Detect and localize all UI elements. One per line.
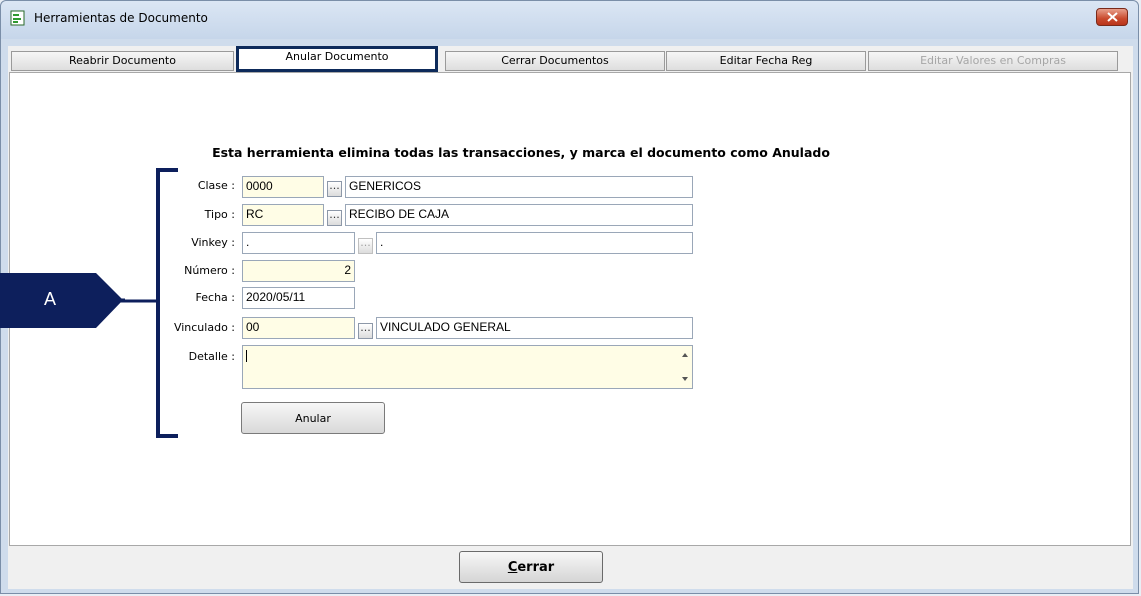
tab-reabrir-documento[interactable]: Reabrir Documento (11, 51, 234, 71)
vinculado-desc-field: VINCULADO GENERAL (376, 317, 693, 339)
cerrar-button[interactable]: Cerrar (459, 551, 603, 583)
close-icon (1107, 12, 1118, 22)
tab-editar-valores-compras: Editar Valores en Compras (868, 51, 1118, 71)
title-bar[interactable]: Herramientas de Documento (1, 1, 1138, 39)
annotation-bracket (156, 168, 178, 438)
cerrar-mnemonic: C (507, 559, 518, 575)
clase-code-field[interactable]: 0000 (242, 176, 324, 198)
tab-label: Cerrar Documentos (501, 54, 609, 67)
cerrar-label-rest: errar (517, 559, 555, 575)
tab-cerrar-documentos[interactable]: Cerrar Documentos (445, 51, 665, 71)
tab-label: Editar Valores en Compras (920, 54, 1066, 67)
vinculado-lookup-button[interactable]: ... (358, 322, 373, 339)
document-tools-icon (10, 10, 25, 26)
tab-label: Editar Fecha Reg (719, 54, 813, 67)
tipo-lookup-button[interactable]: ... (327, 209, 342, 226)
window-title: Herramientas de Documento (34, 11, 208, 25)
fecha-field[interactable]: 2020/05/11 (242, 287, 355, 309)
detalle-textarea[interactable] (242, 345, 693, 389)
clase-desc-field: GENERICOS (345, 176, 693, 198)
tab-label: Reabrir Documento (69, 54, 176, 67)
tipo-desc-field: RECIBO DE CAJA (345, 204, 693, 226)
tab-anular-documento[interactable]: Anular Documento (236, 46, 438, 72)
scroll-up-arrow-icon[interactable] (682, 353, 688, 357)
window-close-button[interactable] (1096, 8, 1128, 26)
tab-editar-fecha-reg[interactable]: Editar Fecha Reg (666, 51, 866, 71)
tab-bar: Reabrir Documento Anular Documento Cerra… (11, 46, 1121, 72)
annotation-label: A (44, 289, 57, 309)
annotation-connector (118, 299, 158, 303)
text-caret (246, 350, 247, 362)
panel-heading: Esta herramienta elimina todas las trans… (212, 145, 830, 160)
tipo-code-field[interactable]: RC (242, 204, 324, 226)
clase-lookup-button[interactable]: ... (327, 180, 342, 197)
vinculado-code-field[interactable]: 00 (242, 317, 355, 339)
vinkey-desc-field: . (376, 232, 693, 254)
annotation-callout-arrow (0, 273, 125, 328)
anular-button[interactable]: Anular (241, 402, 385, 434)
vinkey-lookup-button: ... (358, 237, 373, 254)
vinkey-code-field[interactable]: . (242, 232, 355, 254)
numero-field[interactable]: 2 (242, 260, 355, 282)
scroll-down-arrow-icon[interactable] (682, 377, 688, 381)
tab-label: Anular Documento (285, 50, 389, 63)
